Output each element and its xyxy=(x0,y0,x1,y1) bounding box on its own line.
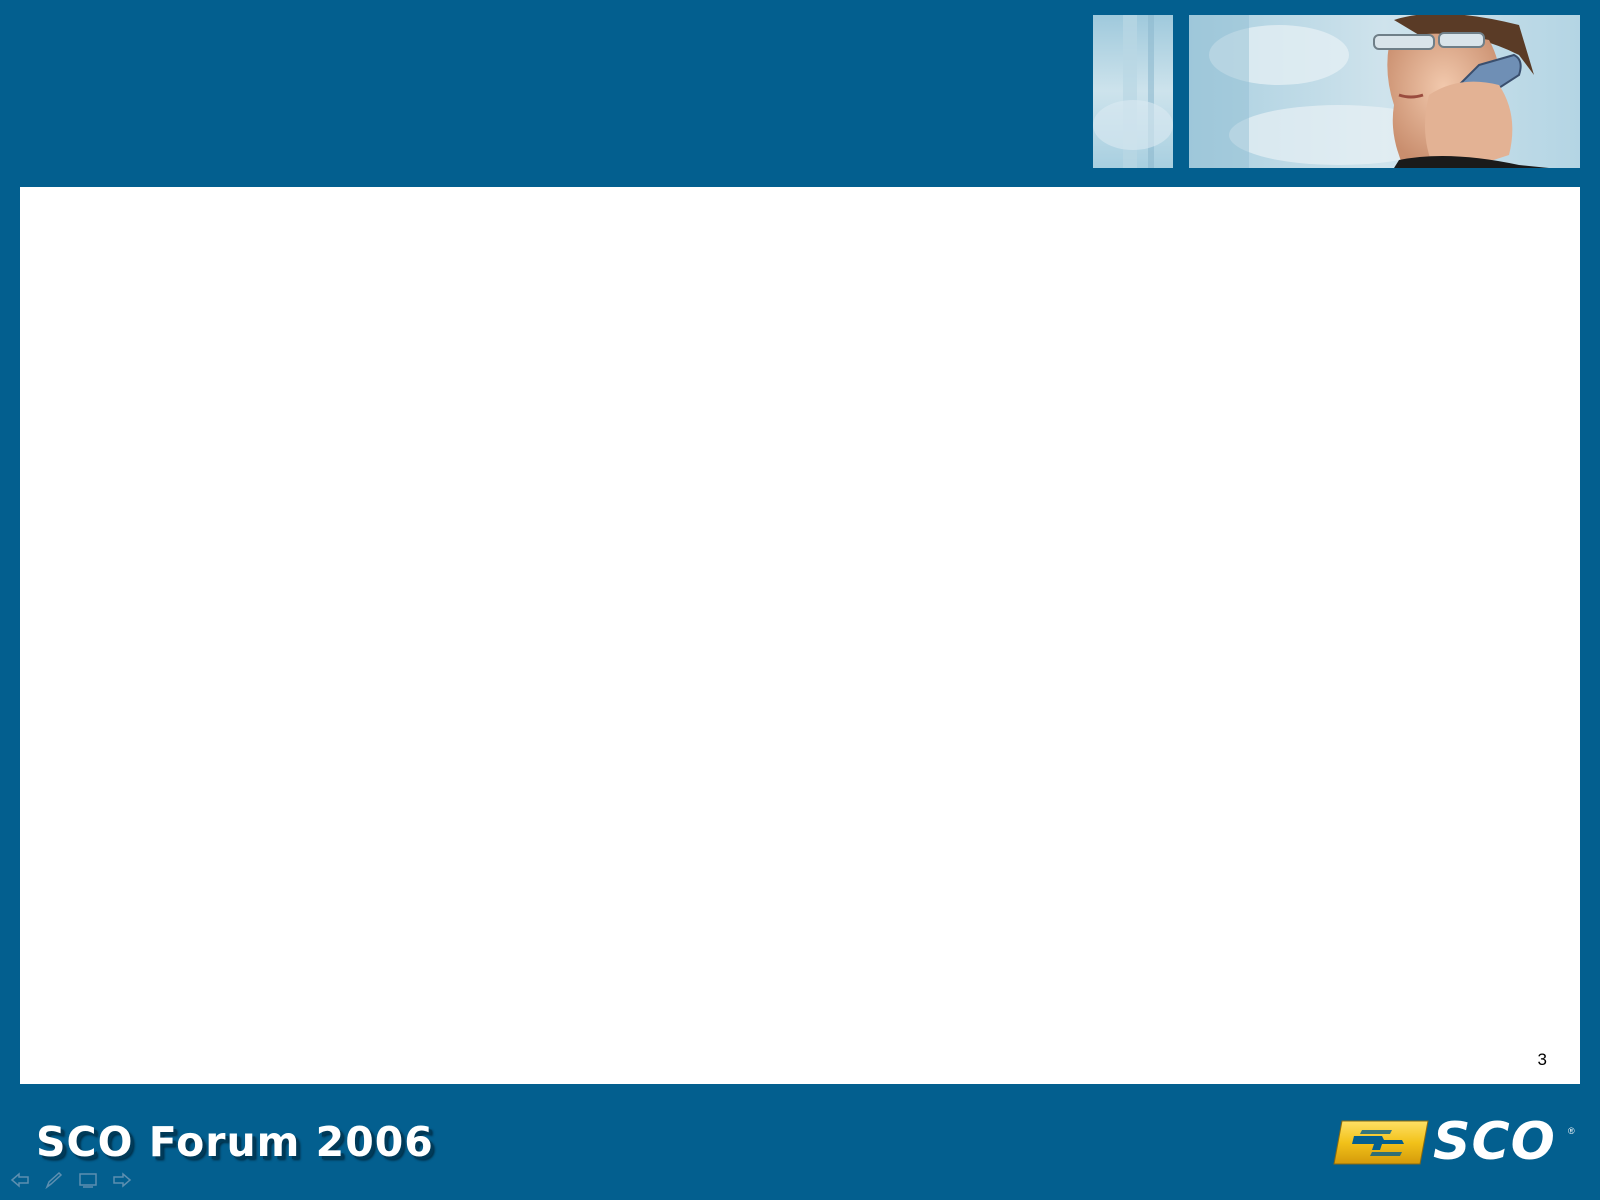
back-arrow-icon[interactable] xyxy=(10,1171,30,1189)
header-photo-left xyxy=(1093,15,1173,168)
forum-title: SCO Forum 2006 xyxy=(36,1118,434,1166)
sco-logo-badge-icon xyxy=(1333,1120,1429,1165)
header-photo-woman-phone xyxy=(1189,15,1580,168)
page-number: 3 xyxy=(1537,1050,1547,1069)
forward-arrow-icon[interactable] xyxy=(112,1171,132,1189)
sco-logo-text: SCO xyxy=(1433,1112,1556,1172)
slide: 3 SCO Forum 2006 SCO ® xyxy=(0,0,1600,1200)
slideshow-nav xyxy=(10,1170,132,1190)
slide-content-area: 3 xyxy=(20,187,1580,1084)
screen-icon[interactable] xyxy=(78,1171,98,1189)
logo-registered-mark: ® xyxy=(1568,1126,1575,1136)
pen-icon[interactable] xyxy=(44,1171,64,1190)
